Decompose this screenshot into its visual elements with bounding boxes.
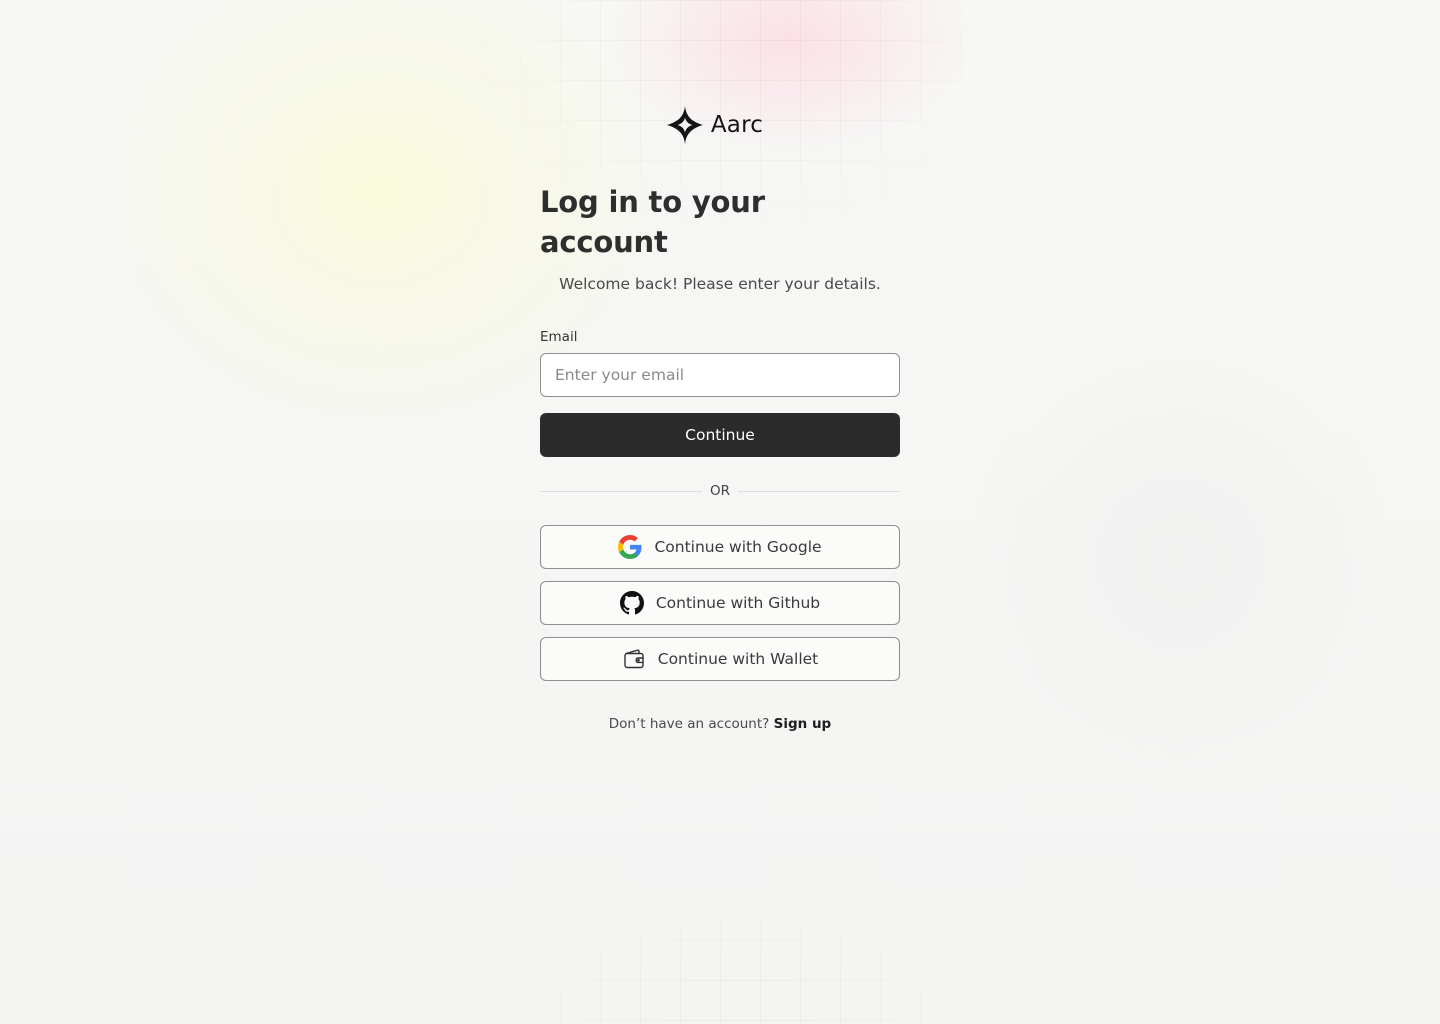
login-card: Aarc Log in to your account Welcome back…	[540, 104, 901, 733]
page-title: Log in to your account	[540, 185, 765, 259]
github-icon	[619, 591, 644, 615]
brand-name: Aarc	[710, 112, 764, 138]
email-field-group: Email	[540, 328, 900, 397]
or-divider: OR	[540, 482, 901, 500]
email-label: Email	[540, 329, 578, 345]
continue-with-wallet-button[interactable]: Continue with Wallet	[540, 637, 900, 681]
email-input[interactable]	[540, 353, 900, 397]
divider-line-left	[540, 490, 702, 492]
divider-label: OR	[710, 483, 731, 499]
signup-prompt: Don’t have an account? Sign up	[609, 715, 831, 733]
signup-prompt-text: Don’t have an account?	[608, 716, 770, 732]
brand-logo: Aarc	[665, 104, 763, 146]
continue-with-github-button[interactable]: Continue with Github	[540, 581, 900, 625]
background-grid-bottom	[400, 860, 1080, 1024]
continue-with-google-button[interactable]: Continue with Google	[540, 525, 900, 569]
google-button-label: Continue with Google	[654, 538, 822, 556]
signup-link[interactable]: Sign up	[774, 716, 832, 732]
github-button-label: Continue with Github	[655, 594, 821, 612]
wallet-icon	[624, 649, 644, 669]
continue-button[interactable]: Continue	[540, 413, 900, 457]
divider-line-right	[738, 490, 901, 492]
wallet-button-label: Continue with Wallet	[657, 650, 819, 668]
sparkle-star-icon	[666, 106, 703, 144]
google-icon	[618, 535, 642, 559]
page-subtitle: Welcome back! Please enter your details.	[559, 275, 881, 293]
